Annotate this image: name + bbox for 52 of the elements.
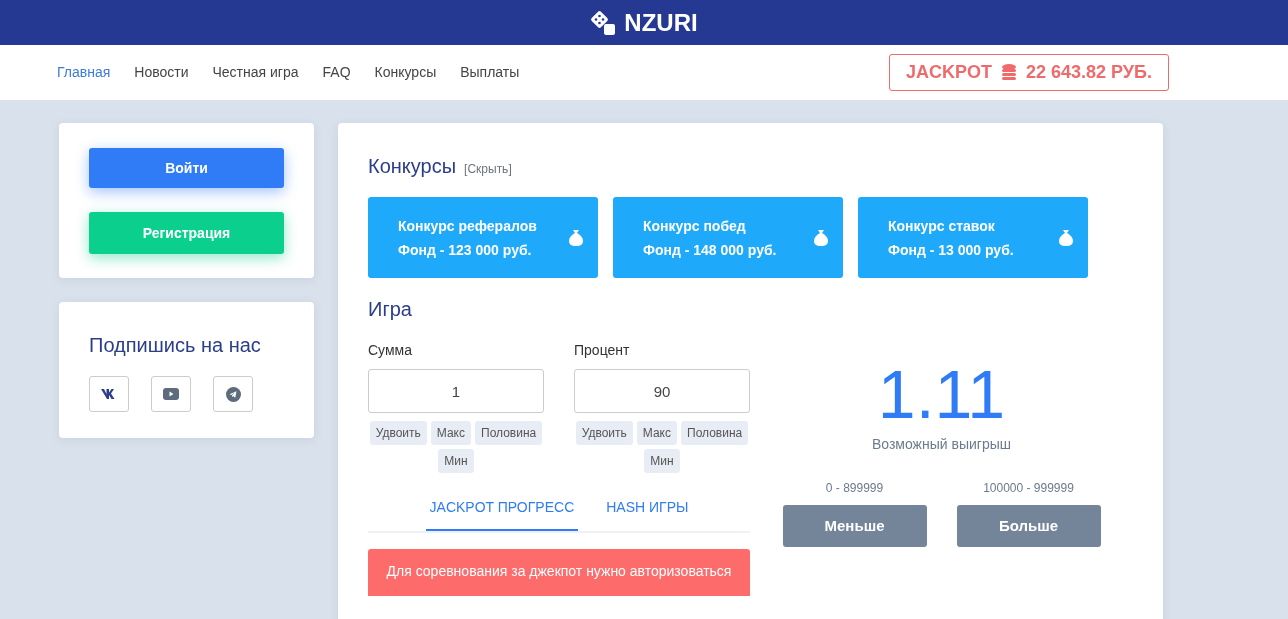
dice-icon — [590, 9, 617, 36]
bet-button[interactable]: Больше — [956, 505, 1101, 547]
quick-button[interactable]: Половина — [475, 421, 543, 445]
payout-label: Возможный выигрыш — [872, 435, 1011, 454]
quick-button[interactable]: Удвоить — [369, 421, 427, 445]
nav-link[interactable]: Главная — [57, 62, 111, 83]
tab[interactable]: HASH ИГРЫ — [602, 497, 693, 531]
hide-link[interactable]: [Скрыть] — [464, 160, 512, 178]
number-field[interactable]: 1 — [368, 369, 544, 413]
quick-button[interactable]: Мин — [438, 449, 474, 473]
logo-text: NZURI — [624, 7, 698, 38]
number-field[interactable]: 90 — [574, 369, 750, 413]
payout-value: 1.11 — [877, 360, 1006, 428]
vk-icon — [101, 389, 117, 399]
nav-link[interactable]: Конкурсы — [374, 62, 437, 83]
field-label: Сумма — [368, 341, 413, 360]
bet-button[interactable]: Меньше — [782, 505, 927, 547]
nav-link[interactable]: Честная игра — [212, 62, 299, 83]
nav-link[interactable]: Выплаты — [460, 62, 520, 83]
social-title: Подпишись на нас — [89, 333, 262, 358]
nav-link[interactable]: Новости — [134, 62, 189, 83]
money-bag-icon — [813, 229, 829, 246]
login-button[interactable]: Войти — [89, 148, 284, 188]
field-label: Процент — [574, 341, 631, 360]
play-link[interactable] — [151, 376, 191, 412]
money-bag-icon — [1058, 229, 1074, 246]
game-title: Игра — [368, 297, 413, 322]
contest-fund: Фонд - 123 000 руб. — [398, 240, 533, 260]
quick-button[interactable]: Половина — [681, 421, 749, 445]
quick-button[interactable]: Мин — [644, 449, 680, 473]
range-text: 0 - 899999 — [825, 480, 884, 497]
contest-name: Конкурс побед — [643, 216, 747, 236]
paper-plane-link[interactable] — [213, 376, 253, 412]
jackpot-amount: 22 643.82 РУБ. — [1026, 61, 1152, 84]
contest-name: Конкурс рефералов — [398, 216, 537, 236]
money-bag-icon — [568, 229, 584, 246]
contests-title: Конкурсы — [368, 154, 457, 179]
range-text: 100000 - 999999 — [983, 480, 1074, 497]
auth-alert: Для соревнования за джекпот нужно авторизоваться — [368, 549, 750, 596]
paper-plane-icon — [225, 386, 241, 402]
tab[interactable]: JACKPOT ПРОГРЕСС — [425, 497, 579, 531]
contest-fund: Фонд - 13 000 руб. — [888, 240, 1014, 260]
contest-fund: Фонд - 148 000 руб. — [643, 240, 777, 260]
nav-link[interactable]: FAQ — [322, 62, 351, 83]
contest-name: Конкурс ставок — [888, 216, 996, 236]
play-icon — [163, 388, 179, 400]
coins-icon — [1000, 62, 1018, 83]
quick-button[interactable]: Макс — [430, 421, 471, 445]
vk-link[interactable] — [89, 376, 129, 412]
quick-button[interactable]: Макс — [636, 421, 677, 445]
quick-button[interactable]: Удвоить — [575, 421, 633, 445]
jackpot-label: JACKPOT — [906, 61, 992, 84]
